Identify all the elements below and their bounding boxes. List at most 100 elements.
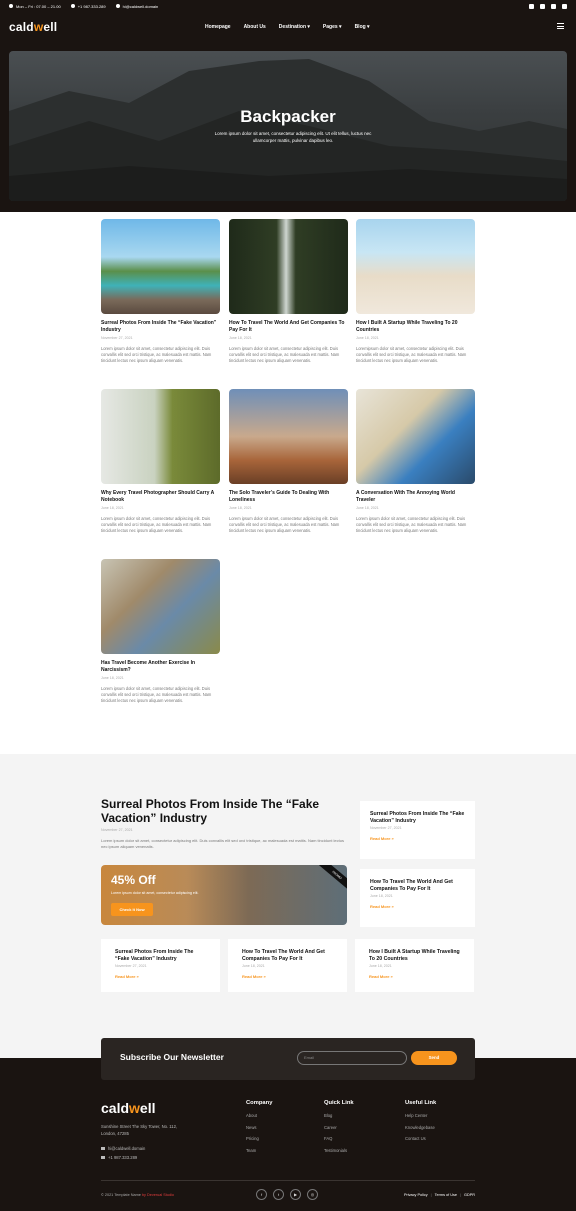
post-card[interactable]: Surreal Photos From Inside The “Fake Vac… bbox=[101, 219, 220, 364]
newsletter-box: Subscribe Our Newsletter Email Send bbox=[101, 1038, 475, 1080]
post-excerpt: Lorem ipsum dolor sit amet, consectetur … bbox=[229, 516, 340, 533]
side-post-title[interactable]: Surreal Photos From Inside The “Fake Vac… bbox=[370, 811, 465, 825]
footer-column-quick-link: Quick Link Blog Career FAQ Testimonials bbox=[324, 1100, 354, 1159]
side-post-date: June 18, 2021 bbox=[370, 894, 393, 898]
facebook-icon[interactable] bbox=[529, 3, 534, 9]
side-post[interactable]: Surreal Photos From Inside The “Fake Vac… bbox=[360, 801, 475, 859]
post-card[interactable]: Has Travel Become Another Exercise In Na… bbox=[101, 559, 220, 704]
footer-address: Sunshine Street The Sky Tower, No. 112, … bbox=[101, 1124, 178, 1136]
post-card[interactable]: How To Travel The World And Get Companie… bbox=[229, 219, 348, 364]
read-more-link[interactable]: Read More » bbox=[115, 974, 206, 979]
bottom-post[interactable]: How To Travel The World And Get Companie… bbox=[228, 939, 347, 992]
twitter-icon[interactable] bbox=[562, 3, 567, 9]
read-more-link[interactable]: Read More » bbox=[242, 974, 333, 979]
post-card[interactable]: The Solo Traveler’s Guide To Dealing Wit… bbox=[229, 389, 348, 534]
post-image[interactable] bbox=[101, 559, 220, 654]
menu-icon[interactable] bbox=[557, 23, 564, 29]
footer-link[interactable]: Contact Us bbox=[405, 1136, 436, 1141]
promo-banner[interactable]: 45% Off Lorem ipsum dolor sit amet, cons… bbox=[101, 865, 347, 925]
post-image[interactable] bbox=[101, 389, 220, 484]
post-card[interactable]: Why Every Travel Photographer Should Car… bbox=[101, 389, 220, 534]
facebook-icon[interactable]: f bbox=[256, 1189, 267, 1200]
footer-link[interactable]: Career bbox=[324, 1125, 354, 1130]
bottom-post[interactable]: Surreal Photos From Inside The “Fake Vac… bbox=[101, 939, 220, 992]
post-image[interactable] bbox=[356, 389, 475, 484]
post-date: June 18, 2021 bbox=[356, 336, 379, 340]
bottom-post-title[interactable]: How I Built A Startup While Traveling To… bbox=[369, 949, 460, 963]
hero-title: Backpacker bbox=[240, 107, 336, 126]
footer-link[interactable]: Help Center bbox=[405, 1113, 436, 1118]
gdpr-link[interactable]: GDPR bbox=[464, 1193, 475, 1197]
privacy-policy-link[interactable]: Privacy Policy bbox=[404, 1193, 428, 1197]
instagram-icon[interactable] bbox=[551, 3, 556, 9]
phone-info[interactable]: +1 987.333.289 bbox=[70, 4, 106, 9]
copyright: © 2021 Template Name by Deverual Studio bbox=[101, 1193, 175, 1197]
separator: | bbox=[430, 1193, 432, 1197]
footer-link[interactable]: Pricing bbox=[246, 1136, 272, 1141]
footer-link[interactable]: About bbox=[246, 1113, 272, 1118]
post-title[interactable]: How I Built A Startup While Traveling To… bbox=[356, 320, 475, 334]
studio-link[interactable]: by Deverual Studio bbox=[142, 1193, 174, 1197]
post-date: November 27, 2021 bbox=[101, 336, 133, 340]
top-social-links bbox=[529, 3, 567, 9]
youtube-icon[interactable]: ▶ bbox=[290, 1189, 301, 1200]
post-date: June 18, 2021 bbox=[229, 506, 252, 510]
side-post-title[interactable]: How To Travel The World And Get Companie… bbox=[370, 879, 465, 893]
footer-logo[interactable]: caldwell bbox=[101, 1100, 155, 1116]
post-date: June 18, 2021 bbox=[101, 676, 124, 680]
footer-link[interactable]: Team bbox=[246, 1148, 272, 1153]
nav-destination[interactable]: Destination ▾ bbox=[279, 24, 310, 30]
footer-column-title: Quick Link bbox=[324, 1100, 354, 1106]
footer-phone[interactable]: +1 987.333.289 bbox=[101, 1155, 137, 1160]
side-post[interactable]: How To Travel The World And Get Companie… bbox=[360, 869, 475, 927]
footer-link[interactable]: Blog bbox=[324, 1113, 354, 1118]
footer-column-company: Company About News Pricing Team bbox=[246, 1100, 272, 1159]
post-title[interactable]: How To Travel The World And Get Companie… bbox=[229, 320, 348, 334]
footer-divider bbox=[101, 1180, 475, 1181]
post-title[interactable]: A Conversation With The Annoying World T… bbox=[356, 490, 475, 504]
post-image[interactable] bbox=[101, 219, 220, 314]
email-info[interactable]: hi@caldwell.domain bbox=[115, 4, 158, 9]
post-card[interactable]: A Conversation With The Annoying World T… bbox=[356, 389, 475, 534]
post-title[interactable]: Why Every Travel Photographer Should Car… bbox=[101, 490, 220, 504]
footer-link[interactable]: Testimonials bbox=[324, 1148, 354, 1153]
read-more-link[interactable]: Read More » bbox=[369, 974, 460, 979]
post-image[interactable] bbox=[229, 389, 348, 484]
twitter-icon[interactable]: t bbox=[273, 1189, 284, 1200]
featured-title[interactable]: Surreal Photos From Inside The “Fake Vac… bbox=[101, 797, 341, 825]
nav-blog[interactable]: Blog ▾ bbox=[355, 24, 370, 30]
linkedin-icon[interactable] bbox=[540, 3, 545, 9]
footer-link[interactable]: Knowledgebase bbox=[405, 1125, 436, 1130]
bottom-post-title[interactable]: How To Travel The World And Get Companie… bbox=[242, 949, 333, 963]
footer-link[interactable]: FAQ bbox=[324, 1136, 354, 1141]
promo-button[interactable]: Check It Now bbox=[111, 903, 153, 916]
instagram-icon[interactable]: ◎ bbox=[307, 1189, 318, 1200]
top-bar: Mon – Fri : 07.00 – 21.00 +1 987.333.289… bbox=[0, 0, 576, 12]
hero-subtitle: Lorem ipsum dolor sit amet, consectetur … bbox=[214, 131, 372, 143]
post-image[interactable] bbox=[356, 219, 475, 314]
site-logo[interactable]: caldwell bbox=[9, 20, 57, 34]
newsletter-email-input[interactable]: Email bbox=[297, 1051, 407, 1065]
newsletter-send-button[interactable]: Send bbox=[411, 1051, 457, 1065]
read-more-link[interactable]: Read More » bbox=[370, 836, 465, 841]
post-title[interactable]: The Solo Traveler’s Guide To Dealing Wit… bbox=[229, 490, 348, 504]
newsletter-title: Subscribe Our Newsletter bbox=[120, 1052, 224, 1062]
nav-pages[interactable]: Pages ▾ bbox=[323, 24, 342, 30]
footer-link[interactable]: News bbox=[246, 1125, 272, 1130]
post-excerpt: Lorem ipsum dolor sit amet, consectetur … bbox=[101, 346, 212, 363]
phone-icon bbox=[70, 4, 75, 8]
read-more-link[interactable]: Read More » bbox=[370, 904, 465, 909]
bottom-post-title[interactable]: Surreal Photos From Inside The “Fake Vac… bbox=[115, 949, 206, 963]
footer-email[interactable]: hi@caldwell.domain bbox=[101, 1146, 145, 1151]
post-card[interactable]: How I Built A Startup While Traveling To… bbox=[356, 219, 475, 364]
nav-homepage[interactable]: Homepage bbox=[205, 24, 231, 30]
post-title[interactable]: Has Travel Become Another Exercise In Na… bbox=[101, 660, 220, 674]
footer-column-title: Useful Link bbox=[405, 1100, 437, 1106]
nav-about-us[interactable]: About Us bbox=[244, 24, 266, 30]
terms-link[interactable]: Terms of Use bbox=[435, 1193, 457, 1197]
post-image[interactable] bbox=[229, 219, 348, 314]
post-title[interactable]: Surreal Photos From Inside The “Fake Vac… bbox=[101, 320, 220, 334]
post-excerpt: Lorem ipsum dolor sit amet, consectetur … bbox=[229, 346, 340, 363]
legal-links: Privacy Policy | Terms of Use | GDPR bbox=[404, 1193, 475, 1197]
bottom-post[interactable]: How I Built A Startup While Traveling To… bbox=[355, 939, 474, 992]
